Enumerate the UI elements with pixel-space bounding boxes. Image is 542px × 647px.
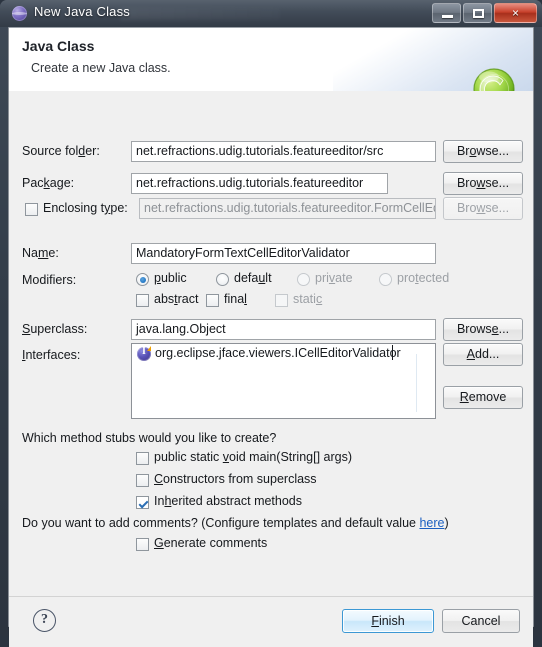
- interface-warning-badge-icon: [147, 346, 151, 351]
- interfaces-list-item[interactable]: org.eclipse.jface.viewers.ICellEditorVal…: [155, 346, 401, 360]
- modifier-static-label: static: [293, 292, 323, 306]
- stub-constructors-checkbox[interactable]: [136, 474, 149, 487]
- page-title: Java Class: [22, 38, 95, 54]
- dialog-client-area: Java Class Create a new Java class. Sour…: [8, 27, 534, 647]
- minimize-button[interactable]: [432, 3, 461, 23]
- minimize-icon: [442, 15, 453, 18]
- name-label: Name:: [22, 246, 59, 260]
- close-button[interactable]: ×: [494, 3, 537, 23]
- modifier-public-radio[interactable]: [136, 273, 149, 286]
- package-input[interactable]: net.refractions.udig.tutorials.featureed…: [131, 173, 388, 194]
- method-stubs-question: Which method stubs would you like to cre…: [22, 431, 277, 445]
- modifier-abstract-label: abstract: [154, 292, 199, 306]
- help-button[interactable]: ?: [33, 609, 56, 632]
- cancel-button[interactable]: Cancel: [442, 609, 520, 633]
- configure-templates-link[interactable]: here: [419, 516, 444, 530]
- wizard-header: Java Class Create a new Java class.: [9, 28, 533, 92]
- comments-question-tail: ): [444, 516, 449, 530]
- modifier-static-checkbox: [275, 294, 288, 307]
- package-browse-button[interactable]: Browse...: [443, 172, 523, 195]
- close-icon: ×: [511, 6, 519, 20]
- dialog-window: New Java Class × Java Class Create a new…: [0, 0, 542, 647]
- source-folder-label: Source folder:: [22, 144, 100, 158]
- name-input[interactable]: MandatoryFormTextCellEditorValidator: [131, 243, 436, 264]
- modifier-final-checkbox[interactable]: [206, 294, 219, 307]
- interfaces-label: Interfaces:: [22, 348, 81, 362]
- interfaces-add-button[interactable]: Add...: [443, 343, 523, 366]
- finish-button[interactable]: Finish: [342, 609, 434, 633]
- maximize-button[interactable]: [463, 3, 492, 23]
- enclosing-type-label: Enclosing type:: [43, 201, 128, 215]
- interfaces-remove-button[interactable]: Remove: [443, 386, 523, 409]
- stub-inherited-label: Inherited abstract methods: [154, 494, 303, 508]
- dialog-button-bar: ? Finish Cancel: [9, 596, 533, 647]
- modifiers-label: Modifiers:: [22, 273, 77, 287]
- enclosing-type-input: net.refractions.udig.tutorials.featureed…: [139, 198, 436, 219]
- modifier-protected-label: protected: [397, 271, 450, 285]
- enclosing-type-browse-button: Browse...: [443, 197, 523, 220]
- superclass-browse-button[interactable]: Browse...: [443, 318, 523, 341]
- enclosing-type-checkbox[interactable]: [25, 203, 38, 216]
- interfaces-scrollbar[interactable]: [416, 354, 417, 412]
- modifier-final-label: final: [224, 292, 247, 306]
- superclass-label: Superclass:: [22, 322, 88, 336]
- wizard-body: Source folder: net.refractions.udig.tuto…: [9, 91, 533, 596]
- package-label: Package:: [22, 176, 75, 190]
- generate-comments-checkbox[interactable]: [136, 538, 149, 551]
- stub-main-checkbox[interactable]: [136, 452, 149, 465]
- title-bar-reflection: [120, 8, 280, 20]
- source-folder-input[interactable]: net.refractions.udig.tutorials.featureed…: [131, 141, 436, 162]
- modifier-public-label: public: [154, 271, 187, 285]
- modifier-default-radio[interactable]: [216, 273, 229, 286]
- java-class-green-c-icon: [473, 68, 515, 91]
- stub-constructors-label: Constructors from superclass: [154, 472, 317, 486]
- modifier-protected-radio: [379, 273, 392, 286]
- window-title: New Java Class: [34, 4, 130, 19]
- maximize-icon: [473, 9, 484, 18]
- page-subtitle: Create a new Java class.: [31, 61, 171, 75]
- generate-comments-label: Generate comments: [154, 536, 268, 550]
- modifier-private-radio: [297, 273, 310, 286]
- comments-question: Do you want to add comments? (Configure …: [22, 516, 449, 530]
- title-bar: New Java Class ×: [0, 0, 542, 27]
- modifier-private-label: private: [315, 271, 353, 285]
- modifier-default-label: default: [234, 271, 272, 285]
- text-caret: [392, 345, 393, 360]
- superclass-input[interactable]: java.lang.Object: [131, 319, 436, 340]
- source-folder-browse-button[interactable]: Browse...: [443, 140, 523, 163]
- modifier-abstract-checkbox[interactable]: [136, 294, 149, 307]
- stub-main-label: public static void main(String[] args): [154, 450, 352, 464]
- java-globe-icon: [12, 6, 27, 21]
- comments-question-text: Do you want to add comments? (Configure …: [22, 516, 420, 530]
- stub-inherited-checkbox[interactable]: [136, 496, 149, 509]
